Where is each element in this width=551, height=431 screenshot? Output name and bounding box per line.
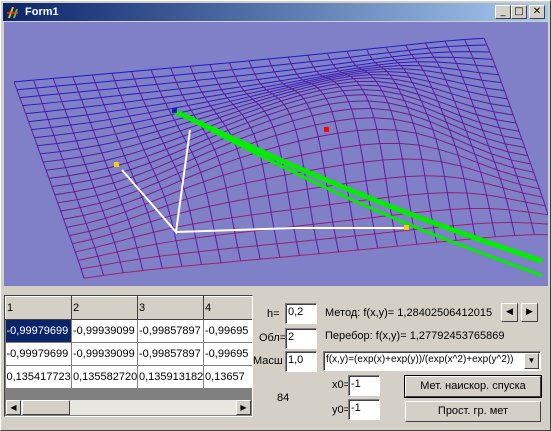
scroll-right-icon[interactable]: ▶: [236, 400, 251, 415]
grid-cell-value: 0,13657: [205, 371, 245, 383]
start-marker: [172, 108, 177, 113]
grid-header-cell[interactable]: 4: [203, 296, 252, 320]
mesh-line: [346, 51, 418, 245]
horizontal-scrollbar[interactable]: ◀ ▶: [6, 400, 251, 415]
function-select[interactable]: f(x,y)=(exp(x)+exp(y))/(exp(x^2)+exp(y^2…: [323, 351, 541, 371]
grid-cell[interactable]: 0,135582720: [71, 365, 138, 389]
grid-cell-value: -0,99939099: [73, 348, 135, 360]
minimize-button[interactable]: _: [495, 5, 511, 19]
grid-cell[interactable]: -0,99695: [203, 342, 252, 366]
search-marker: [114, 162, 119, 167]
y0-input[interactable]: -1: [348, 399, 380, 420]
mesh-line: [444, 40, 516, 236]
mesh-line: [13, 37, 485, 83]
search-path-b: [175, 227, 404, 233]
string-grid[interactable]: 1 2 3 4 -0,99979699 -0,99939099 -0,99857897 -0,…: [4, 295, 253, 417]
minimize-icon: _: [500, 6, 506, 17]
mash-label: Масш: [253, 355, 283, 367]
grid-cell[interactable]: -0,99979699: [5, 342, 72, 366]
function-select-value: f(x,y)=(exp(x)+exp(y))/(exp(x^2)+exp(y^2…: [326, 354, 514, 365]
obl-label: Обл=: [259, 332, 287, 344]
grid-cell-value: -0,99939099: [73, 325, 135, 337]
spin-left-button[interactable]: ◀: [501, 303, 518, 322]
grid-cell[interactable]: -0,99857897: [137, 342, 204, 366]
grid-cell[interactable]: -0,99857897: [137, 319, 204, 343]
spin-right-button[interactable]: ▶: [521, 303, 538, 322]
mesh-line: [75, 192, 546, 253]
grid-cell-value: -0,99857897: [139, 325, 201, 337]
grid-cell[interactable]: -0,99939099: [71, 342, 138, 366]
grid-header-label: 4: [205, 302, 212, 314]
mesh-line: [483, 38, 548, 216]
app-icon: [7, 7, 18, 18]
h-input[interactable]: 0,2: [285, 303, 317, 324]
grid-cell[interactable]: -0,99939099: [71, 319, 138, 343]
h-label: h=: [267, 308, 280, 320]
grid-header-cell[interactable]: 2: [71, 296, 138, 320]
grid-header-label: 3: [139, 302, 146, 314]
scroll-left-icon[interactable]: ◀: [6, 400, 21, 415]
grid-header-row: 1 2 3 4: [5, 296, 252, 320]
grid-table[interactable]: 1 2 3 4 -0,99979699 -0,99939099 -0,99857897 -0,…: [5, 296, 252, 389]
iteration-count: 84: [277, 392, 290, 404]
title-bar[interactable]: Form1 _ □ ✕: [3, 3, 548, 21]
obl-input[interactable]: 2: [285, 328, 317, 349]
grid-header-cell[interactable]: 3: [137, 296, 204, 320]
maximize-button[interactable]: □: [511, 5, 527, 19]
window-title: Form1: [25, 6, 59, 18]
mesh-line: [57, 107, 528, 204]
grid-cell-value: 0,135582720: [73, 371, 137, 383]
grid-header-label: 1: [7, 302, 14, 314]
steepest-descent-button[interactable]: Мет. наискор. спуска: [404, 375, 542, 398]
x0-input[interactable]: -1: [348, 375, 380, 396]
mash-input[interactable]: 1,0: [285, 351, 317, 372]
surface-plot[interactable]: [4, 22, 548, 286]
grid-cell[interactable]: 0,135913182: [137, 365, 204, 389]
grid-header-label: 2: [73, 302, 80, 314]
arrow-right-icon: ▶: [526, 307, 533, 317]
grid-cell-value: -0,99979699: [6, 325, 69, 337]
grid-header-cell[interactable]: 1: [5, 296, 72, 320]
grid-cell[interactable]: 0,13657: [203, 365, 252, 389]
chevron-down-icon[interactable]: ▼: [524, 353, 539, 369]
grid-row: 0,135417723 0,135582720 0,135913182 0,13657: [5, 365, 252, 389]
optimum-marker: [324, 127, 329, 132]
grid-row: -0,99979699 -0,99939099 -0,99857897 -0,9969…: [5, 319, 252, 343]
grid-cell[interactable]: 0,135417723: [5, 365, 72, 389]
mesh-line: [72, 175, 543, 245]
mesh-line: [52, 78, 124, 273]
grid-cell-value: 0,135913182: [139, 371, 203, 383]
search-result: Перебор: f(x,y)= 1,27792453765869: [325, 330, 505, 342]
maximize-icon: □: [514, 6, 524, 17]
grid-cell-value: -0,99857897: [139, 348, 201, 360]
close-icon: ✕: [532, 6, 542, 17]
mesh-line: [463, 39, 535, 235]
method-result: Метод: f(x,y)= 1,28402506412015: [325, 307, 493, 319]
close-button[interactable]: ✕: [529, 5, 545, 19]
main-window: Form1 _ □ ✕ 1 2 3 4 -0,99979699 -0,99939099 -0…: [0, 0, 551, 431]
grid-row: -0,99979699 -0,99939099 -0,99857897 -0,9969…: [5, 342, 252, 366]
scroll-thumb[interactable]: [22, 400, 70, 415]
grid-cell-value: -0,99695: [205, 348, 249, 360]
simple-search-button[interactable]: Прост. гр. мет: [405, 401, 541, 422]
grid-cell-value: -0,99979699: [6, 348, 69, 360]
grid-cell-value: -0,99695: [205, 325, 249, 337]
end-marker: [404, 225, 409, 230]
surface-mesh: [13, 37, 548, 279]
grid-cell[interactable]: -0,99979699: [5, 319, 72, 343]
descent-path: [170, 107, 543, 264]
grid-cell[interactable]: -0,99695: [203, 319, 252, 343]
grid-cell-value: 0,135417723: [6, 371, 71, 383]
arrow-left-icon: ◀: [506, 307, 513, 317]
mesh-line: [150, 69, 222, 263]
